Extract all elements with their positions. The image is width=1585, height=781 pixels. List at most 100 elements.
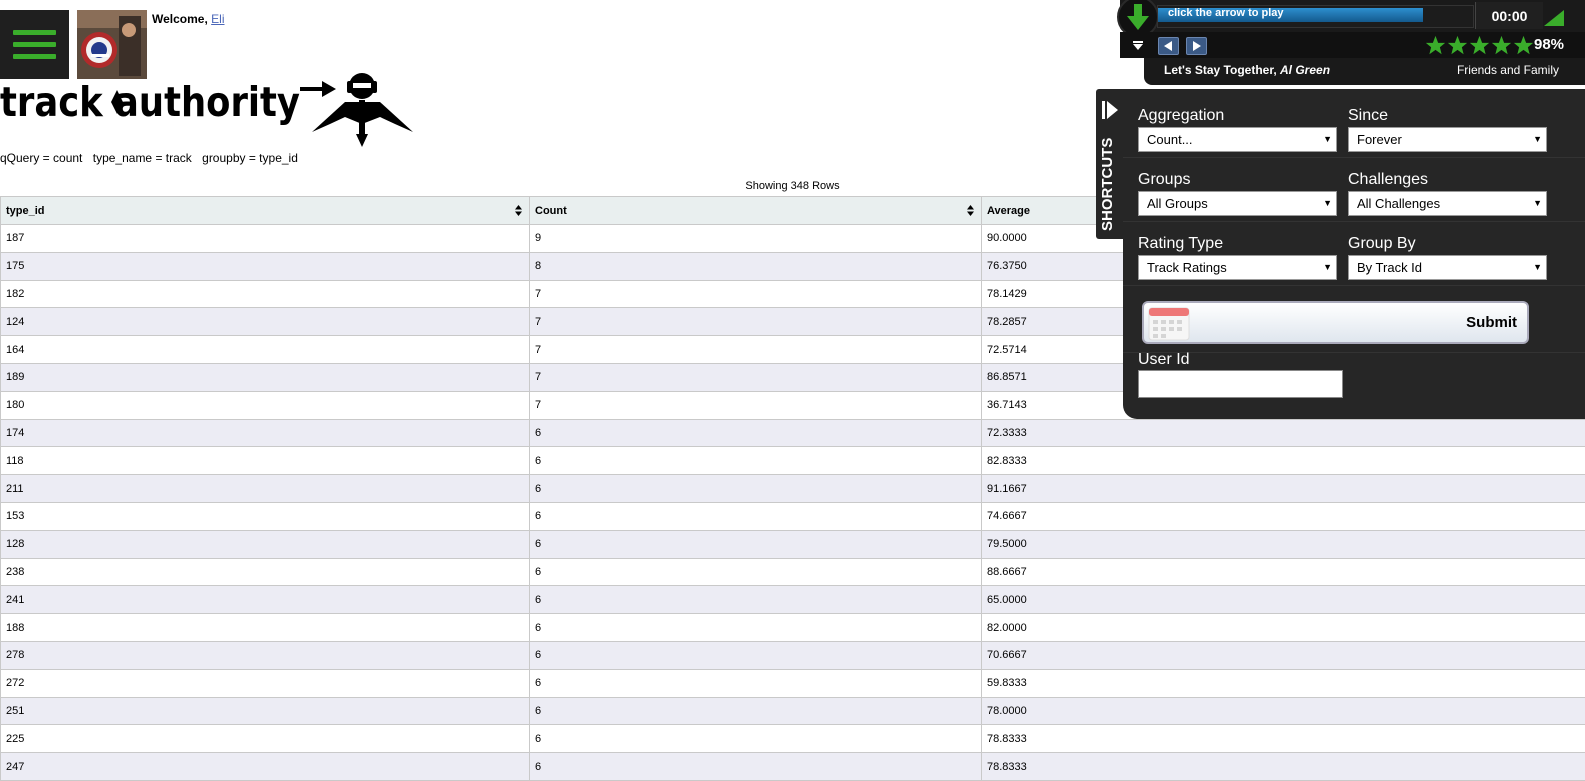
dropdown-arrow-icon: ▼ [1533,256,1542,279]
column-header-type-id[interactable]: type_id [1,197,530,225]
cell-type-id: 238 [1,558,530,586]
cell-type-id: 211 [1,475,530,503]
hamburger-icon-bar [13,30,56,35]
query-type-name: type_name = track [93,151,192,165]
table-row: 174672.3333 [1,419,1585,447]
cell-count: 9 [530,225,982,253]
table-row: 247678.8333 [1,753,1585,781]
challenges-value: All Challenges [1357,196,1440,211]
hamburger-icon-bar [13,54,56,59]
cell-count: 7 [530,363,982,391]
cell-type-id: 272 [1,669,530,697]
user-id-input[interactable] [1138,370,1343,398]
table-row: 272659.8333 [1,669,1585,697]
shortcuts-tab[interactable]: SHORTCUTS [1096,89,1123,239]
time-display: 00:00 [1475,2,1543,29]
cell-type-id: 118 [1,447,530,475]
table-row: 128679.5000 [1,530,1585,558]
cell-count: 6 [530,558,982,586]
group-by-value: By Track Id [1357,260,1422,275]
next-icon [1187,38,1206,54]
star-icon[interactable] [1447,35,1468,56]
column-header-label: Average [987,205,1030,217]
star-icon[interactable] [1469,35,1490,56]
since-label: Since [1348,107,1388,125]
group-by-label: Group By [1348,235,1416,253]
next-track-button[interactable] [1186,37,1207,55]
star-icon[interactable] [1491,35,1512,56]
collapse-arrow-icon [1102,101,1118,119]
column-header-count[interactable]: Count [530,197,982,225]
table-row: 211691.1667 [1,475,1585,503]
progress-bar[interactable]: click the arrow to play [1157,5,1474,28]
cell-type-id: 278 [1,641,530,669]
star-icon[interactable] [1425,35,1446,56]
query-summary: qQuery = count type_name = track groupby… [0,151,305,165]
aggregation-label: Aggregation [1138,107,1224,125]
cell-count: 6 [530,447,982,475]
cell-average: 59.8333 [982,669,1585,697]
table-row: 238688.6667 [1,558,1585,586]
dropdown-toggle-icon[interactable] [1133,41,1143,50]
dropdown-arrow-icon: ▼ [1323,192,1332,215]
shortcuts-label: SHORTCUTS [1099,138,1116,231]
cell-count: 6 [530,419,982,447]
sort-icon [515,205,522,216]
playlist-source[interactable]: Friends and Family [1457,63,1559,77]
avatar[interactable] [77,10,147,79]
rating-percent: 98% [1534,36,1564,53]
cell-count: 6 [530,530,982,558]
group-by-select[interactable]: By Track Id ▼ [1348,255,1547,280]
challenges-select[interactable]: All Challenges ▼ [1348,191,1547,216]
cell-average: 78.8333 [982,725,1585,753]
dropdown-arrow-icon: ▼ [1323,256,1332,279]
cell-type-id: 251 [1,697,530,725]
cell-count: 6 [530,641,982,669]
table-row: 188682.0000 [1,614,1585,642]
shortcuts-panel: Aggregation Count... ▼ Since Forever ▼ G… [1123,89,1585,419]
dropdown-arrow-icon: ▼ [1533,192,1542,215]
cell-type-id: 164 [1,336,530,364]
table-row: 241665.0000 [1,586,1585,614]
cell-type-id: 182 [1,280,530,308]
cell-average: 79.5000 [982,530,1585,558]
cell-count: 6 [530,614,982,642]
divider [1123,157,1585,158]
table-row: 153674.6667 [1,502,1585,530]
divider [1123,221,1585,222]
star-icon[interactable] [1513,35,1534,56]
now-playing[interactable]: Let's Stay Together, Al Green [1164,63,1330,77]
cell-count: 6 [530,725,982,753]
rating-type-label: Rating Type [1138,235,1223,253]
cell-count: 6 [530,502,982,530]
submit-button[interactable]: Submit [1142,301,1529,344]
cell-average: 78.8333 [982,753,1585,781]
cell-type-id: 187 [1,225,530,253]
cell-type-id: 175 [1,252,530,280]
site-logo[interactable]: track authority [0,72,415,152]
player-controls: 98% [1120,32,1585,58]
previous-track-button[interactable] [1158,37,1179,55]
table-row: 225678.8333 [1,725,1585,753]
column-header-label: type_id [6,205,45,217]
menu-button[interactable] [0,10,69,79]
aggregation-select[interactable]: Count... ▼ [1138,127,1337,152]
cell-average: 91.1667 [982,475,1585,503]
groups-select[interactable]: All Groups ▼ [1138,191,1337,216]
user-name-link[interactable]: Eli [211,12,224,26]
cell-average: 70.6667 [982,641,1585,669]
cell-count: 7 [530,308,982,336]
cell-average: 65.0000 [982,586,1585,614]
rating-type-select[interactable]: Track Ratings ▼ [1138,255,1337,280]
progress-text: click the arrow to play [1168,7,1284,19]
cell-count: 6 [530,475,982,503]
since-select[interactable]: Forever ▼ [1348,127,1547,152]
volume-icon[interactable] [1544,10,1564,26]
welcome-prefix: Welcome, [152,12,208,26]
cell-type-id: 188 [1,614,530,642]
since-value: Forever [1357,132,1402,147]
cell-type-id: 174 [1,419,530,447]
previous-icon [1159,38,1178,54]
query-qquery: qQuery = count [0,151,82,165]
submit-label: Submit [1466,314,1517,331]
